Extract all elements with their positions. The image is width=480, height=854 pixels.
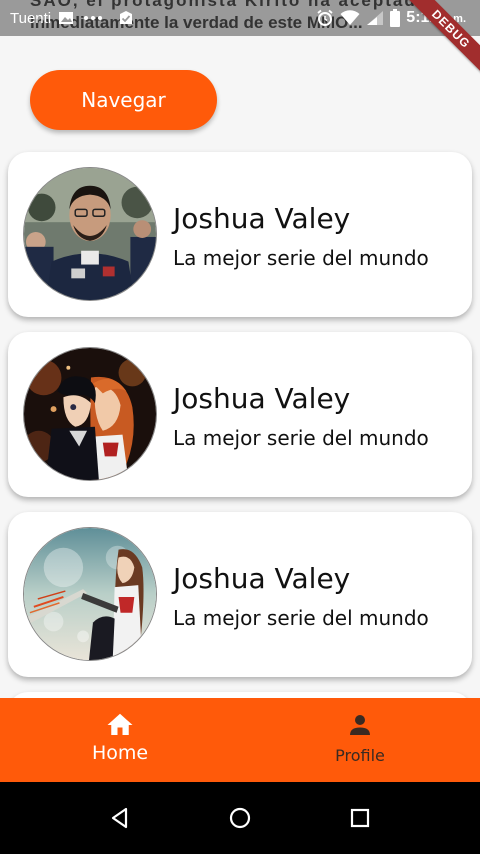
card-title: Joshua Valey xyxy=(173,202,351,235)
signal-icon xyxy=(367,11,384,25)
anime-sword-avatar xyxy=(23,527,157,661)
image-icon xyxy=(59,12,74,24)
anime-sword-image xyxy=(24,528,156,660)
card-subtitle: La mejor serie del mundo xyxy=(173,606,429,630)
alarm-icon xyxy=(317,9,333,26)
system-navigation-bar xyxy=(0,782,480,854)
nav-item-home[interactable]: Home xyxy=(0,698,240,782)
profile-card[interactable]: Joshua Valey La mejor serie del mundo xyxy=(8,512,472,677)
battery-icon xyxy=(390,9,401,27)
wifi-icon xyxy=(340,10,360,25)
card-subtitle: La mejor serie del mundo xyxy=(173,426,429,450)
card-title: Joshua Valey xyxy=(173,562,351,595)
anime-couple-avatar xyxy=(23,347,157,481)
dots-icon xyxy=(84,16,103,20)
check-shield-icon xyxy=(120,11,133,24)
card-subtitle: La mejor serie del mundo xyxy=(173,246,429,270)
navigate-button[interactable]: Navegar xyxy=(30,70,217,130)
card-title: Joshua Valey xyxy=(173,382,351,415)
person-photo-avatar xyxy=(23,167,157,301)
back-icon[interactable] xyxy=(108,806,132,830)
status-bar-left: Tuenti xyxy=(10,8,134,28)
clock: 5:12 p. m. xyxy=(406,9,466,27)
person-photo-image xyxy=(24,168,156,300)
carrier-label: Tuenti xyxy=(10,9,52,27)
status-bar: SAO, el protagonista Kirito ha aceptado … xyxy=(0,0,480,36)
clock-time: 5:12 xyxy=(406,9,439,26)
clock-ampm: p. m. xyxy=(440,13,466,25)
profile-card[interactable]: Joshua Valey La mejor serie del mundo xyxy=(8,152,472,317)
status-bar-right: 5:12 p. m. xyxy=(316,8,466,28)
recents-icon[interactable] xyxy=(348,806,372,830)
nav-item-home-label: Home xyxy=(91,742,149,764)
bottom-navigation-bar: Home Profile xyxy=(0,698,480,782)
home-icon xyxy=(107,713,133,735)
person-icon xyxy=(350,715,370,735)
nav-item-profile[interactable]: Profile xyxy=(240,698,480,782)
profile-card[interactable]: Joshua Valey La mejor serie del mundo xyxy=(8,332,472,497)
nav-item-profile-label: Profile xyxy=(335,746,385,765)
home-circle-icon[interactable] xyxy=(228,806,252,830)
anime-couple-image xyxy=(24,348,156,480)
